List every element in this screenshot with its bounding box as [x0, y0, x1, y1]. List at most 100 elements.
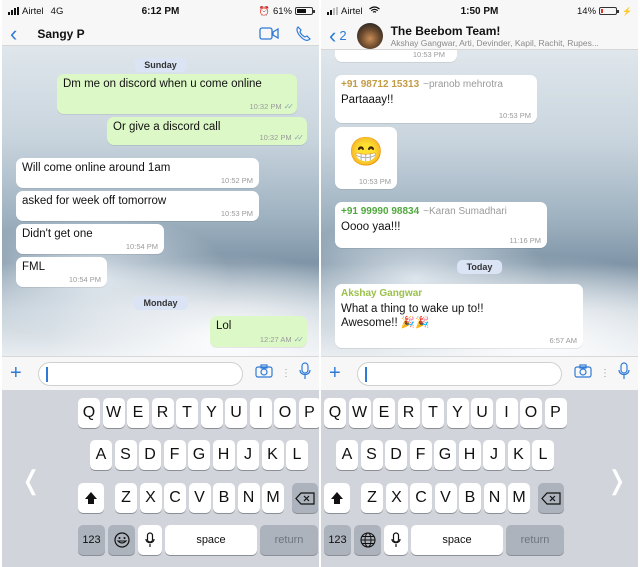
- key-t[interactable]: T: [176, 398, 198, 428]
- microphone-icon[interactable]: [618, 362, 630, 385]
- video-call-icon[interactable]: [259, 27, 279, 40]
- group-avatar[interactable]: [356, 22, 383, 49]
- key-x[interactable]: X: [385, 483, 408, 513]
- key-n[interactable]: N: [237, 483, 260, 513]
- key-o[interactable]: O: [520, 398, 542, 428]
- message-input[interactable]: [38, 361, 243, 386]
- attach-plus-icon[interactable]: +: [329, 362, 349, 385]
- message-bubble[interactable]: FML 10:54 PM: [16, 257, 107, 287]
- keyboard-shift-left-icon[interactable]: ❬: [20, 465, 42, 496]
- key-s[interactable]: S: [114, 440, 137, 470]
- numbers-key[interactable]: 123: [78, 525, 105, 555]
- return-key[interactable]: return: [506, 525, 564, 555]
- message-bubble[interactable]: Didn't get one 10:54 PM: [16, 224, 164, 254]
- key-k[interactable]: K: [261, 440, 284, 470]
- key-d[interactable]: D: [139, 440, 161, 470]
- key-d[interactable]: D: [385, 440, 407, 470]
- key-a[interactable]: A: [336, 440, 358, 470]
- chat-area[interactable]: Sunday Dm me on discord when u come onli…: [2, 46, 319, 356]
- key-l[interactable]: L: [532, 440, 554, 470]
- key-s[interactable]: S: [360, 440, 383, 470]
- back-button[interactable]: ‹: [10, 22, 17, 45]
- key-j[interactable]: J: [483, 440, 505, 470]
- back-button[interactable]: ‹ 2: [329, 24, 347, 47]
- message-bubble[interactable]: Lol 12:27 AM ✓✓: [210, 316, 307, 347]
- numbers-key[interactable]: 123: [324, 525, 351, 555]
- emoji-globe-key[interactable]: [108, 525, 135, 555]
- key-i[interactable]: I: [495, 398, 518, 428]
- message-bubble[interactable]: +91 99990 98834 ~Karan Sumadhari Oooo yaa…: [335, 202, 547, 248]
- message-bubble[interactable]: Akshay Gangwar What a thing to wake up t…: [335, 284, 583, 348]
- key-x[interactable]: X: [139, 483, 162, 513]
- key-j[interactable]: J: [237, 440, 259, 470]
- shift-key[interactable]: [324, 483, 350, 513]
- message-bubble[interactable]: asked for week off tomorrow 10:53 PM: [16, 191, 259, 221]
- key-n[interactable]: N: [483, 483, 506, 513]
- key-i[interactable]: I: [249, 398, 272, 428]
- key-g[interactable]: G: [434, 440, 456, 470]
- dictation-key[interactable]: [138, 525, 162, 555]
- key-c[interactable]: C: [410, 483, 432, 513]
- key-g[interactable]: G: [188, 440, 210, 470]
- key-y[interactable]: Y: [446, 398, 469, 428]
- message-input[interactable]: [357, 361, 562, 386]
- camera-icon[interactable]: [255, 364, 273, 383]
- key-b[interactable]: B: [459, 483, 481, 513]
- message-bubble[interactable]: Dm me on discord when u come online 10:3…: [57, 74, 297, 114]
- contact-name[interactable]: Sangy P: [37, 27, 84, 41]
- key-e[interactable]: E: [373, 398, 395, 428]
- keyboard-shift-right-icon[interactable]: ❭: [606, 465, 628, 496]
- key-v[interactable]: V: [434, 483, 457, 513]
- key-b[interactable]: B: [213, 483, 235, 513]
- key-w[interactable]: W: [348, 398, 371, 428]
- sender-name[interactable]: +91 99990 98834 ~Karan Sumadhari: [341, 206, 541, 217]
- key-c[interactable]: C: [164, 483, 186, 513]
- key-o[interactable]: O: [274, 398, 296, 428]
- return-key[interactable]: return: [260, 525, 318, 555]
- key-p[interactable]: P: [544, 398, 567, 428]
- attach-plus-icon[interactable]: +: [10, 362, 30, 385]
- key-t[interactable]: T: [422, 398, 444, 428]
- shift-key[interactable]: [78, 483, 104, 513]
- key-v[interactable]: V: [188, 483, 211, 513]
- group-header[interactable]: The Beebom Team! Akshay Gangwar, Arti, D…: [356, 22, 599, 49]
- key-u[interactable]: U: [471, 398, 493, 428]
- key-q[interactable]: Q: [78, 398, 100, 428]
- key-h[interactable]: H: [458, 440, 481, 470]
- key-z[interactable]: Z: [361, 483, 383, 513]
- sender-name[interactable]: +91 98712 15313 ~pranob mehrotra: [341, 79, 531, 90]
- message-bubble[interactable]: 10:53 PM: [335, 50, 457, 62]
- key-f[interactable]: F: [409, 440, 432, 470]
- key-p[interactable]: P: [298, 398, 319, 428]
- key-z[interactable]: Z: [115, 483, 137, 513]
- key-r[interactable]: R: [151, 398, 174, 428]
- backspace-key[interactable]: [292, 483, 318, 513]
- sender-name[interactable]: Akshay Gangwar: [341, 288, 577, 299]
- backspace-key[interactable]: [538, 483, 564, 513]
- key-m[interactable]: M: [262, 483, 284, 513]
- key-m[interactable]: M: [508, 483, 530, 513]
- phone-icon[interactable]: [295, 25, 311, 42]
- emoji-globe-key[interactable]: [354, 525, 381, 555]
- chat-area[interactable]: 10:53 PM +91 98712 15313 ~pranob mehrotra…: [321, 50, 638, 356]
- key-l[interactable]: L: [286, 440, 308, 470]
- key-h[interactable]: H: [212, 440, 235, 470]
- camera-icon[interactable]: [574, 364, 592, 383]
- key-w[interactable]: W: [102, 398, 125, 428]
- key-q[interactable]: Q: [324, 398, 346, 428]
- space-key[interactable]: space: [165, 525, 257, 555]
- message-bubble[interactable]: +91 98712 15313 ~pranob mehrotra Partaaay…: [335, 75, 537, 123]
- message-bubble[interactable]: Will come online around 1am 10:52 PM: [16, 158, 259, 188]
- key-e[interactable]: E: [127, 398, 149, 428]
- key-y[interactable]: Y: [200, 398, 223, 428]
- space-key[interactable]: space: [411, 525, 503, 555]
- message-bubble[interactable]: 😁 10:53 PM: [335, 127, 397, 189]
- key-f[interactable]: F: [163, 440, 186, 470]
- dictation-key[interactable]: [384, 525, 408, 555]
- key-r[interactable]: R: [397, 398, 420, 428]
- microphone-icon[interactable]: [299, 362, 311, 385]
- key-a[interactable]: A: [90, 440, 112, 470]
- message-bubble[interactable]: Or give a discord call 10:32 PM ✓✓: [107, 117, 307, 145]
- key-u[interactable]: U: [225, 398, 247, 428]
- key-k[interactable]: K: [507, 440, 530, 470]
